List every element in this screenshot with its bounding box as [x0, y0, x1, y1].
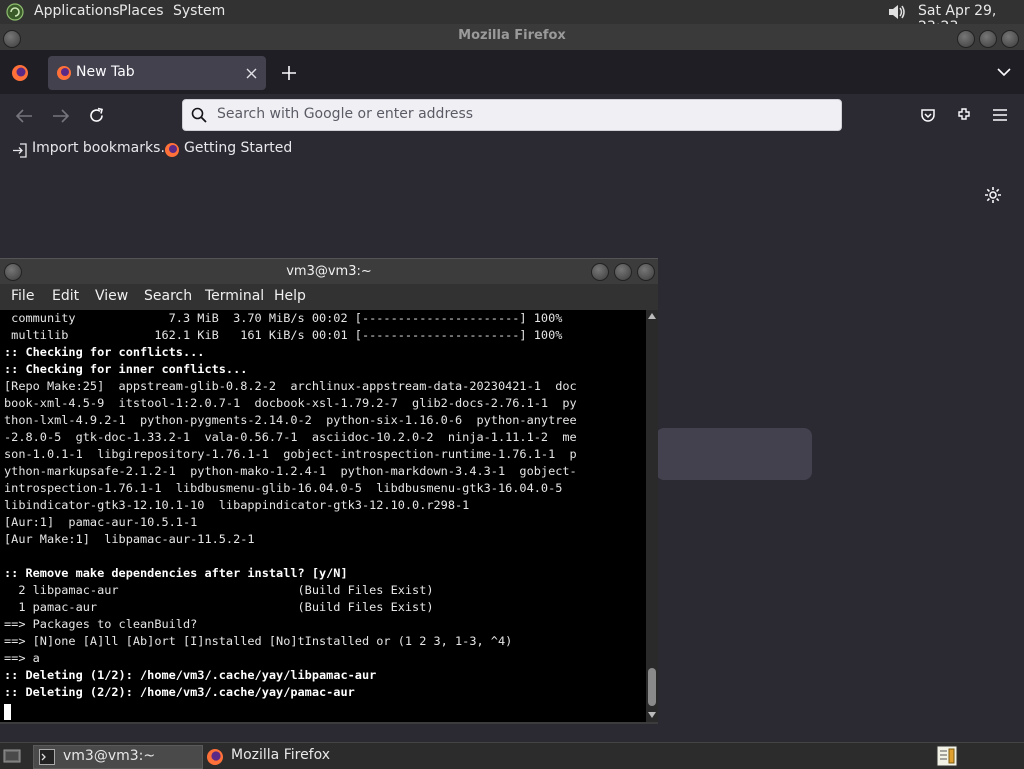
terminal-line: son-1.0.1-1 libgirepository-1.76.1-1 gob… — [4, 447, 577, 461]
terminal-line: :: Checking for conflicts... — [4, 345, 205, 359]
terminal-menu-terminal[interactable]: Terminal — [205, 288, 264, 304]
taskbar-item-firefox-label: Mozilla Firefox — [231, 747, 331, 763]
terminal-bottom-border — [0, 722, 658, 724]
terminal-line: 2 libpamac-aur (Build Files Exist) — [4, 583, 434, 597]
firefox-minimize-button[interactable] — [957, 30, 975, 48]
terminal-line: ==> Packages to cleanBuild? — [4, 617, 198, 631]
firefox-icon — [207, 749, 223, 765]
url-bar[interactable]: Search with Google or enter address — [182, 99, 842, 131]
applications-menu[interactable]: Applications — [34, 3, 120, 19]
content-placeholder-block — [656, 428, 812, 480]
volume-icon[interactable] — [886, 2, 908, 22]
terminal-menu-edit[interactable]: Edit — [52, 288, 79, 304]
show-desktop-icon[interactable] — [3, 747, 21, 765]
taskbar-item-terminal-label: vm3@vm3:~ — [63, 748, 156, 764]
terminal-line: [Repo Make:25] appstream-glib-0.8.2-2 ar… — [4, 379, 577, 393]
terminal-icon — [39, 749, 55, 765]
terminal-titlebar[interactable]: vm3@vm3:~ — [0, 258, 658, 285]
firefox-window-title: Mozilla Firefox — [458, 28, 566, 43]
terminal-line: community 7.3 MiB 3.70 MiB/s 00:02 [----… — [4, 311, 563, 325]
tab-label: New Tab — [76, 64, 135, 80]
terminal-minimize-button[interactable] — [591, 263, 609, 281]
terminal-line: book-xml-4.5-9 itstool-1:2.0.7-1 docbook… — [4, 396, 577, 410]
new-tab-icon[interactable] — [282, 66, 296, 80]
reload-icon[interactable] — [88, 107, 105, 124]
firefox-tab-icon — [57, 66, 71, 80]
terminal-line: :: Checking for inner conflicts... — [4, 362, 248, 376]
terminal-menu-search[interactable]: Search — [144, 288, 192, 304]
notes-applet-icon[interactable] — [936, 745, 958, 767]
forward-icon[interactable] — [52, 108, 70, 124]
import-bookmarks-icon — [13, 143, 27, 158]
firefox-maximize-button[interactable] — [979, 30, 997, 48]
terminal-maximize-button[interactable] — [614, 263, 632, 281]
back-icon[interactable] — [15, 108, 33, 124]
firefox-titlebar[interactable]: Mozilla Firefox — [0, 24, 1024, 50]
terminal-window-menu-button[interactable] — [4, 263, 22, 281]
terminal-line: multilib 162.1 KiB 161 KiB/s 00:01 [----… — [4, 328, 563, 342]
system-menu[interactable]: System — [173, 3, 225, 19]
terminal-output[interactable]: community 7.3 MiB 3.70 MiB/s 00:02 [----… — [0, 310, 646, 722]
terminal-text: community 7.3 MiB 3.70 MiB/s 00:02 [----… — [0, 310, 646, 701]
search-icon — [191, 107, 207, 123]
terminal-line: ==> a — [4, 651, 40, 665]
terminal-line: :: Deleting (2/2): /home/vm3/.cache/yay/… — [4, 685, 355, 699]
terminal-line: thon-lxml-4.9.2-1 python-pygments-2.14.0… — [4, 413, 577, 427]
terminal-menubar: File Edit View Search Terminal Help — [0, 284, 658, 310]
bottom-taskbar: vm3@vm3:~ Mozilla Firefox — [0, 742, 1024, 769]
terminal-line: 1 pamac-aur (Build Files Exist) — [4, 600, 434, 614]
distro-logo-icon[interactable] — [6, 3, 24, 21]
terminal-line: -2.8.0-5 gtk-doc-1.33.2-1 vala-0.56.7-1 … — [4, 430, 577, 444]
scroll-down-icon[interactable] — [648, 712, 656, 718]
taskbar-item-terminal[interactable]: vm3@vm3:~ — [33, 745, 203, 769]
list-tabs-icon[interactable] — [997, 68, 1011, 77]
scroll-up-icon[interactable] — [648, 313, 656, 319]
terminal-scrollbar[interactable] — [646, 310, 658, 722]
tab-close-icon[interactable] — [246, 68, 257, 79]
terminal-scrollbar-thumb[interactable] — [648, 668, 656, 706]
terminal-menu-help[interactable]: Help — [274, 288, 306, 304]
terminal-line: :: Remove make dependencies after instal… — [4, 566, 348, 580]
terminal-menu-view[interactable]: View — [95, 288, 128, 304]
terminal-cursor — [4, 704, 11, 720]
firefox-window-menu-button[interactable] — [3, 30, 21, 48]
terminal-line: libindicator-gtk3-12.10.1-10 libappindic… — [4, 498, 470, 512]
bookmark-getting-started[interactable]: Getting Started — [184, 140, 292, 156]
terminal-line: ==> [N]one [A]ll [Ab]ort [I]nstalled [No… — [4, 634, 513, 648]
terminal-close-button[interactable] — [637, 263, 655, 281]
bookmark-import[interactable]: Import bookmarks… — [32, 140, 174, 156]
menu-icon[interactable] — [992, 108, 1008, 122]
top-panel: Applications Places System Sat Apr 29, 2… — [0, 0, 1024, 35]
firefox-view-icon[interactable] — [10, 63, 30, 83]
terminal-window-title: vm3@vm3:~ — [286, 264, 372, 279]
terminal-line: :: Deleting (1/2): /home/vm3/.cache/yay/… — [4, 668, 377, 682]
tab-new-tab[interactable]: New Tab — [48, 56, 266, 90]
firefox-close-button[interactable] — [1001, 30, 1019, 48]
places-menu[interactable]: Places — [119, 3, 164, 19]
terminal-line: [Aur:1] pamac-aur-10.5.1-1 — [4, 515, 198, 529]
pocket-icon[interactable] — [920, 107, 936, 123]
url-bar-placeholder: Search with Google or enter address — [217, 106, 474, 122]
getting-started-icon — [165, 143, 179, 157]
settings-gear-icon[interactable] — [984, 186, 1002, 204]
terminal-menu-file[interactable]: File — [11, 288, 34, 304]
terminal-line: [Aur Make:1] libpamac-aur-11.5.2-1 — [4, 532, 255, 546]
terminal-line: ython-markupsafe-2.1.2-1 python-mako-1.2… — [4, 464, 577, 478]
extensions-icon[interactable] — [956, 106, 973, 123]
terminal-line: introspection-1.76.1-1 libdbusmenu-glib-… — [4, 481, 563, 495]
bookmarks-toolbar: Import bookmarks… Getting Started — [0, 136, 1024, 165]
taskbar-item-firefox[interactable]: Mozilla Firefox — [202, 745, 402, 767]
